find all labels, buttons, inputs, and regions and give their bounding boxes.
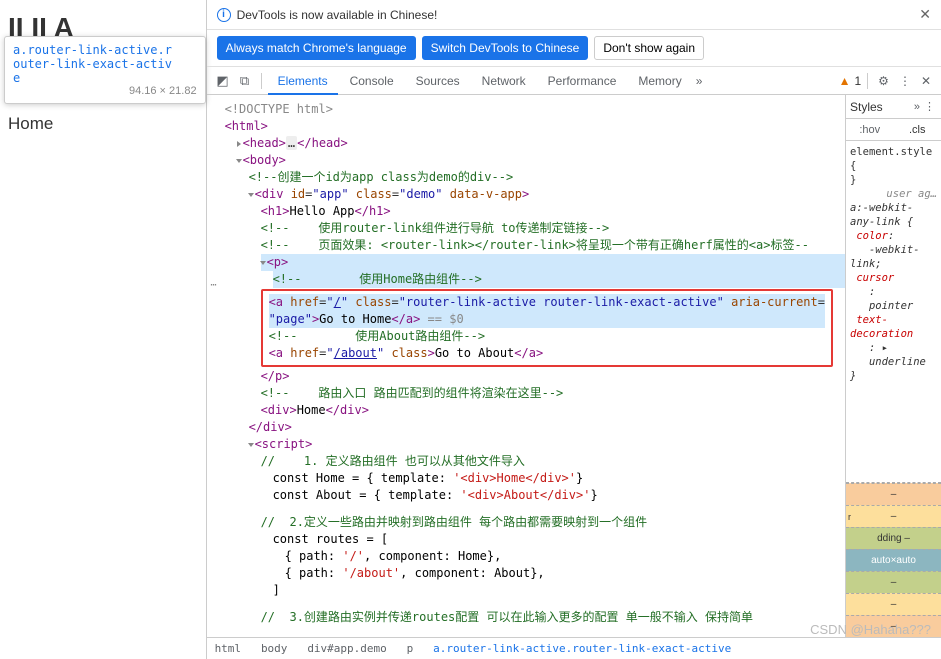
styles-pane: Styles » ⋮ :hov .cls element.style { } u… xyxy=(845,95,941,637)
settings-icon[interactable]: ⚙ xyxy=(874,74,893,88)
highlighted-anchors: <a href="/" class="router-link-active ro… xyxy=(261,289,833,367)
dom-html-open[interactable]: <html> xyxy=(225,119,268,133)
tab-elements[interactable]: Elements xyxy=(268,67,338,95)
dom-text: Hello App xyxy=(289,204,354,218)
info-icon: i xyxy=(217,8,231,22)
tab-network[interactable]: Network xyxy=(472,67,536,95)
tab-sources[interactable]: Sources xyxy=(406,67,470,95)
dom-h1-close: </h1> xyxy=(355,204,391,218)
more-icon[interactable]: ⋮ xyxy=(924,100,935,113)
dom-head-close: </head> xyxy=(297,136,348,150)
btn-dont-show[interactable]: Don't show again xyxy=(594,36,704,60)
ellipsis: … xyxy=(286,136,297,150)
expand-icon[interactable] xyxy=(248,443,254,447)
dom-body[interactable]: <body> xyxy=(243,153,286,167)
tabs-more-icon[interactable]: » xyxy=(696,74,703,88)
inspect-icon[interactable]: ◩ xyxy=(213,73,233,89)
btn-match-language[interactable]: Always match Chrome's language xyxy=(217,36,416,60)
tooltip-selector: a.router-link-active.router-link-exact-a… xyxy=(13,43,173,85)
warning-badge[interactable]: ▲ 1 xyxy=(839,74,862,88)
chevron-right-icon[interactable]: » xyxy=(914,101,920,113)
warning-icon: ▲ xyxy=(839,74,851,88)
expand-icon[interactable] xyxy=(248,193,254,197)
filter-cls[interactable]: .cls xyxy=(894,119,941,140)
styles-rules[interactable]: element.style { } user ag… a:-webkit-any… xyxy=(846,141,941,482)
crumb-body[interactable]: body xyxy=(261,642,288,655)
close-devtools-icon[interactable]: ✕ xyxy=(917,74,935,88)
dom-$0: == $0 xyxy=(420,312,463,326)
crumb-current[interactable]: a.router-link-active.router-link-exact-a… xyxy=(433,642,731,655)
dom-script[interactable]: <script> xyxy=(255,437,313,451)
close-icon[interactable]: ✕ xyxy=(919,6,931,23)
crumb-app[interactable]: div#app.demo xyxy=(307,642,386,655)
crumb-html[interactable]: html xyxy=(215,642,242,655)
bm-margin-b: – xyxy=(846,615,941,637)
dom-comment: <!--创建一个id为app class为demo的div--> xyxy=(249,170,514,184)
language-buttons: Always match Chrome's language Switch De… xyxy=(207,30,941,67)
styles-header: Styles » ⋮ xyxy=(846,95,941,119)
rule-element-style: element.style { xyxy=(850,145,937,173)
dom-div-close: </div> xyxy=(249,420,292,434)
gutter-ellipsis: ⋯ xyxy=(207,277,221,294)
bm-padding: dding – xyxy=(846,527,941,549)
inspect-tooltip: a.router-link-active.router-link-exact-a… xyxy=(4,36,206,104)
info-text: DevTools is now available in Chinese! xyxy=(237,8,438,22)
more-icon[interactable]: ⋮ xyxy=(895,74,915,88)
rule-source: user ag… xyxy=(850,187,937,201)
bm-border-b: – xyxy=(846,593,941,615)
main-split: ⋯ <!DOCTYPE html> <html> <head>…</head> … xyxy=(207,95,941,637)
bm-content: auto×auto xyxy=(846,549,941,571)
dom-div[interactable]: <div> xyxy=(261,403,297,417)
bm-border: r– xyxy=(846,505,941,527)
devtools-tabs: ◩ ⧉ Elements Console Sources Network Per… xyxy=(207,67,941,95)
breadcrumb[interactable]: html body div#app.demo p a.router-link-a… xyxy=(207,637,941,659)
device-icon[interactable]: ⧉ xyxy=(235,73,255,89)
separator xyxy=(867,73,868,89)
filter-hov[interactable]: :hov xyxy=(846,119,894,140)
bm-padding-b: – xyxy=(846,571,941,593)
rule-selector: a:-webkit-any-link { xyxy=(850,201,937,229)
expand-icon[interactable] xyxy=(260,261,266,265)
dom-head[interactable]: <head> xyxy=(243,136,286,150)
btn-switch-chinese[interactable]: Switch DevTools to Chinese xyxy=(422,36,589,60)
expand-icon[interactable] xyxy=(237,141,241,147)
devtools: i DevTools is now available in Chinese! … xyxy=(207,0,941,659)
tab-memory[interactable]: Memory xyxy=(628,67,691,95)
tooltip-dimensions: 94.16 × 21.82 xyxy=(129,85,197,97)
dom-div-close: </div> xyxy=(326,403,369,417)
dom-tree[interactable]: ⋯ <!DOCTYPE html> <html> <head>…</head> … xyxy=(207,95,845,637)
dom-p-close: </p> xyxy=(261,369,290,383)
box-model: – r– dding – auto×auto – – – xyxy=(846,482,941,637)
rule-close: } xyxy=(850,173,937,187)
href-link[interactable]: / xyxy=(334,295,341,309)
bm-margin: – xyxy=(846,483,941,505)
dom-selected-row[interactable]: <p> xyxy=(261,254,845,271)
warning-count: 1 xyxy=(854,74,861,88)
href-link[interactable]: /about xyxy=(334,346,377,360)
crumb-p[interactable]: p xyxy=(407,642,414,655)
separator xyxy=(261,73,262,89)
info-bar: i DevTools is now available in Chinese! … xyxy=(207,0,941,30)
styles-filters: :hov .cls xyxy=(846,119,941,141)
dom-text: Home xyxy=(297,403,326,417)
rule-close: } xyxy=(850,369,937,383)
rendered-page: II II A a.router-link-active.router-link… xyxy=(0,0,207,659)
router-view: Home xyxy=(8,114,198,134)
dom-doctype: <!DOCTYPE html> xyxy=(225,102,333,116)
tab-console[interactable]: Console xyxy=(340,67,404,95)
styles-tab[interactable]: Styles xyxy=(850,100,883,114)
dom-h1[interactable]: <h1> xyxy=(261,204,290,218)
dom-p[interactable]: <p> xyxy=(267,255,289,269)
expand-icon[interactable] xyxy=(236,159,242,163)
tab-performance[interactable]: Performance xyxy=(538,67,627,95)
